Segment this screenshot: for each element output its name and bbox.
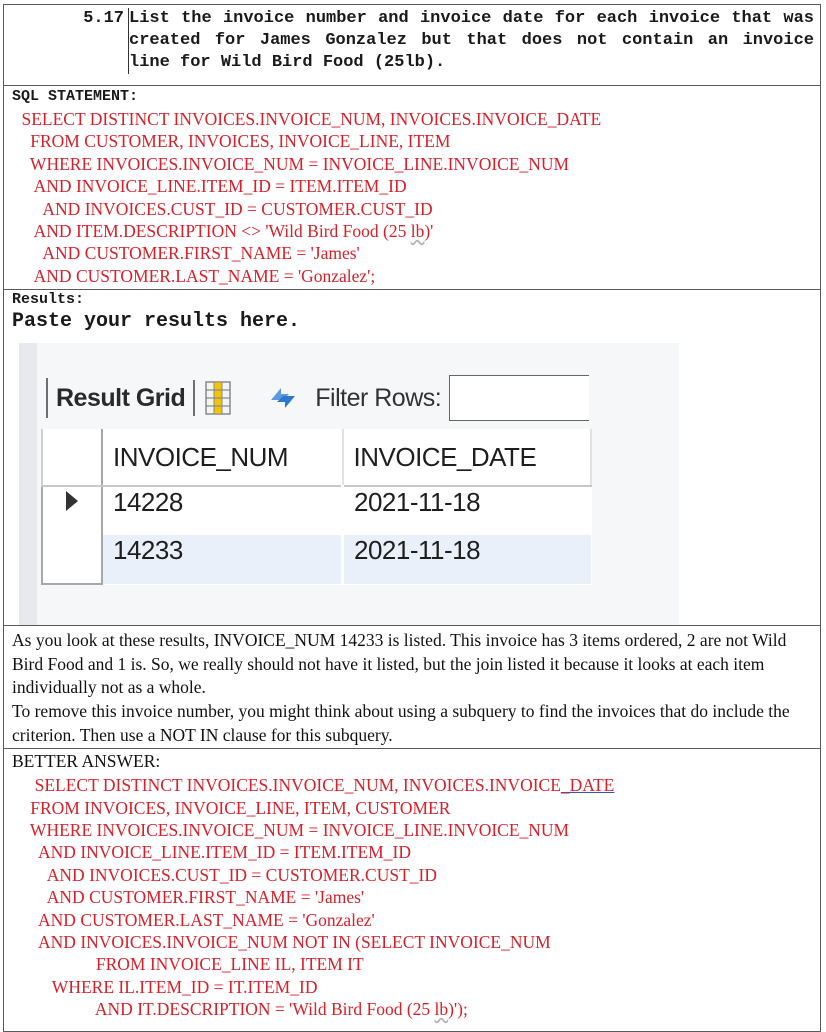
better-sql-line: AND CUSTOMER.LAST_NAME = 'Gonzalez': [4, 909, 375, 930]
table-row[interactable]: 14228 2021-11-18: [41, 486, 591, 536]
sql-line: AND INVOICES.CUST_ID = CUSTOMER.CUST_ID: [4, 198, 433, 219]
filter-rows-input[interactable]: [449, 375, 590, 422]
paste-prompt: Paste your results here.: [12, 310, 301, 334]
sql-line: AND CUSTOMER.FIRST_NAME = 'James': [4, 243, 360, 264]
column-grid-icon[interactable]: [205, 381, 231, 415]
better-sql-line: FROM INVOICES, INVOICE_LINE, ITEM, CUSTO…: [4, 797, 451, 818]
better-sql-line: AND IT.DESCRIPTION = 'Wild Bird Food (25…: [4, 999, 468, 1020]
question-cell: 5.17 List the invoice number and invoice…: [3, 4, 821, 86]
better-sql-line: AND INVOICES.CUST_ID = CUSTOMER.CUST_ID: [4, 864, 437, 885]
toolbar-separator: [46, 378, 48, 419]
explanation-paragraph: As you look at these results, INVOICE_NU…: [12, 630, 787, 698]
better-sql-line: AND INVOICES.INVOICE_NUM NOT IN (SELECT …: [4, 932, 551, 953]
sql-line: AND CUSTOMER.LAST_NAME = 'Gonzalez';: [4, 265, 376, 286]
sql-statement-label: SQL STATEMENT:: [12, 88, 139, 105]
result-grid-table: INVOICE_NUM INVOICE_DATE 14228 2021-11-1…: [41, 429, 592, 586]
question-text[interactable]: List the invoice number and invoice date…: [128, 8, 820, 74]
sql-statement-code[interactable]: SELECT DISTINCT INVOICES.INVOICE_NUM, IN…: [4, 106, 820, 289]
cell-invoice-date[interactable]: 2021-11-18: [342, 535, 591, 585]
explanation-text[interactable]: As you look at these results, INVOICE_NU…: [4, 626, 820, 748]
explanation-cell: As you look at these results, INVOICE_NU…: [3, 625, 821, 750]
results-cell: Results: Paste your results here. Result…: [3, 289, 821, 627]
explanation-paragraph: To remove this invoice number, you might…: [12, 701, 790, 745]
row-selector[interactable]: [41, 535, 103, 586]
spellcheck-underline: lb: [410, 221, 425, 242]
better-answer-cell: BETTER ANSWER: SELECT DISTINCT INVOICES.…: [3, 748, 821, 1032]
row-selector[interactable]: [41, 486, 103, 536]
better-sql-line: WHERE INVOICES.INVOICE_NUM = INVOICE_LIN…: [4, 820, 570, 841]
result-grid-screenshot: Result Grid Filter Rows: INVOICE_NUM INV…: [19, 343, 679, 626]
better-sql-line: SELECT DISTINCT INVOICES.INVOICE_NUM, IN…: [4, 775, 615, 796]
sql-line: AND INVOICE_LINE.ITEM_ID = ITEM.ITEM_ID: [4, 176, 407, 197]
results-label: Results:: [12, 291, 85, 309]
better-sql-line: FROM INVOICE_LINE IL, ITEM IT: [4, 954, 364, 975]
row-header-corner: [41, 429, 103, 488]
spellcheck-underline: lb: [434, 999, 449, 1020]
better-sql-line: AND CUSTOMER.FIRST_NAME = 'James': [4, 887, 365, 908]
table-row[interactable]: 14233 2021-11-18: [41, 535, 591, 586]
better-sql-line: AND INVOICE_LINE.ITEM_ID = ITEM.ITEM_ID: [4, 842, 411, 863]
cell-invoice-date[interactable]: 2021-11-18: [343, 486, 591, 535]
sql-statement-cell: SQL STATEMENT: SELECT DISTINCT INVOICES.…: [3, 84, 821, 291]
result-grid-tab[interactable]: Result Grid: [56, 384, 186, 413]
header-row: INVOICE_NUM INVOICE_DATE: [41, 429, 592, 488]
sql-line: FROM CUSTOMER, INVOICES, INVOICE_LINE, I…: [4, 131, 451, 152]
row-pointer-icon: [66, 491, 78, 512]
filter-rows-label: Filter Rows:: [315, 383, 442, 412]
cell-invoice-num[interactable]: 14228: [102, 486, 344, 536]
question-number: 5.17: [83, 9, 124, 28]
column-header-invoice-num[interactable]: INVOICE_NUM: [102, 429, 344, 488]
grammar-underline: _DATE: [560, 775, 615, 796]
better-answer-code[interactable]: SELECT DISTINCT INVOICES.INVOICE_NUM, IN…: [4, 772, 820, 1022]
refresh-icon[interactable]: [267, 382, 299, 414]
sql-line: SELECT DISTINCT INVOICES.INVOICE_NUM, IN…: [4, 109, 602, 129]
worksheet-table: 5.17 List the invoice number and invoice…: [3, 4, 821, 1032]
cell-invoice-num[interactable]: 14233: [102, 535, 344, 585]
sql-line: AND ITEM.DESCRIPTION <> 'Wild Bird Food …: [4, 221, 434, 242]
sql-line: WHERE INVOICES.INVOICE_NUM = INVOICE_LIN…: [4, 153, 570, 174]
better-answer-label: BETTER ANSWER:: [12, 751, 161, 772]
better-sql-line: WHERE IL.ITEM_ID = IT.ITEM_ID: [4, 976, 318, 997]
column-header-invoice-date[interactable]: INVOICE_DATE: [342, 429, 592, 488]
result-grid-toolbar: Result Grid Filter Rows:: [46, 373, 590, 423]
toolbar-separator: [193, 380, 196, 417]
grid-side-gutter: [19, 343, 37, 626]
